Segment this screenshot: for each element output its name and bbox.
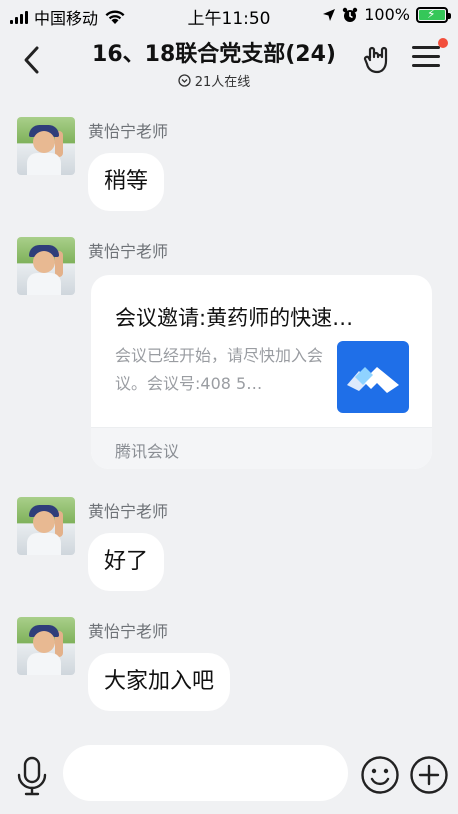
avatar[interactable] (17, 237, 75, 295)
battery-percent: 100% (364, 5, 410, 24)
menu-line (412, 55, 440, 58)
battery-icon: ⚡ (416, 6, 451, 23)
status-bar: 中国移动 上午11:50 100% ⚡ (0, 0, 458, 30)
sender-name: 黄怡宁老师 (88, 622, 169, 641)
rock-hand-icon[interactable] (362, 44, 392, 74)
tencent-meeting-logo-icon (337, 341, 409, 413)
message-bubble[interactable]: 好了 (88, 533, 165, 591)
avatar[interactable] (17, 117, 75, 175)
sender-name: 黄怡宁老师 (88, 502, 169, 521)
menu-line (412, 64, 440, 67)
back-icon[interactable] (20, 44, 44, 76)
card-title: 会议邀请:黄药师的快速… (115, 306, 354, 330)
location-arrow-icon (323, 8, 336, 21)
message-bubble[interactable]: 大家加入吧 (88, 653, 231, 711)
card-description: 会议已经开始，请尽快加入会议。会议号:408 5… (115, 346, 324, 393)
message-input[interactable] (63, 745, 348, 801)
avatar[interactable] (17, 497, 75, 555)
menu-line (412, 46, 440, 49)
smiley-icon[interactable] (360, 755, 400, 795)
plus-icon[interactable] (409, 755, 449, 795)
message-bubble[interactable]: 稍等 (88, 153, 165, 211)
avatar[interactable] (17, 617, 75, 675)
input-bar (0, 735, 458, 814)
online-status: 21人在线 (60, 71, 368, 90)
header-title-group[interactable]: 16、18联合党支部(24) 21人在线 (60, 36, 368, 90)
online-count-icon (178, 74, 191, 87)
alarm-icon (343, 7, 358, 22)
online-count-label: 21人在线 (194, 75, 251, 90)
meeting-invite-card[interactable]: 会议邀请:黄药师的快速… 会议已经开始，请尽快加入会议。会议号:408 5… 腾… (91, 275, 432, 469)
group-title: 16、18联合党支部(24) (92, 42, 336, 67)
sender-name: 黄怡宁老师 (88, 242, 169, 261)
microphone-icon[interactable] (14, 755, 50, 797)
notification-dot (438, 38, 448, 48)
status-right: 100% ⚡ (322, 5, 451, 24)
chat-header: 16、18联合党支部(24) 21人在线 (0, 30, 458, 92)
menu-button[interactable] (412, 46, 440, 72)
sender-name: 黄怡宁老师 (88, 122, 169, 141)
card-footer: 腾讯会议 (91, 427, 432, 469)
card-source: 腾讯会议 (115, 442, 180, 461)
